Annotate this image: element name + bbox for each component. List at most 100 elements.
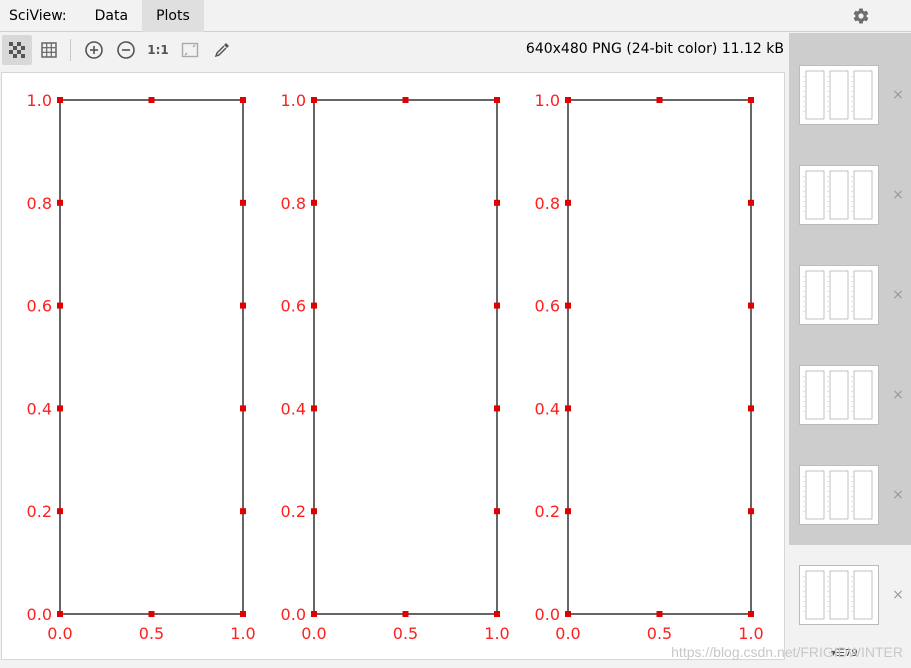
plot-thumbnail[interactable] bbox=[799, 565, 879, 625]
xtick-label: 0.5 bbox=[393, 624, 418, 643]
xtick-label: 0.5 bbox=[139, 624, 164, 643]
ytick-label: 0.8 bbox=[27, 194, 52, 213]
actual-size-button[interactable]: 1:1 bbox=[143, 35, 173, 65]
xtick-marker-top bbox=[240, 97, 246, 103]
axes-frame-3 bbox=[567, 99, 752, 615]
xtick-marker-bottom bbox=[311, 611, 317, 617]
xtick-marker-top bbox=[57, 97, 63, 103]
ytick-marker-right bbox=[494, 199, 500, 206]
thumbnails-panel: × × × × × × bbox=[789, 33, 911, 668]
xtick-label: 1.0 bbox=[484, 624, 509, 643]
ytick-label: 1.0 bbox=[281, 91, 306, 110]
xtick-marker-bottom bbox=[565, 611, 571, 617]
plot-thumbnail[interactable] bbox=[799, 265, 879, 325]
xtick-marker-bottom bbox=[402, 611, 409, 617]
plot-thumbnail[interactable] bbox=[799, 65, 879, 125]
ytick-marker-right bbox=[748, 508, 754, 515]
tab-data[interactable]: Data bbox=[81, 0, 142, 32]
chessboard-toggle-button[interactable] bbox=[2, 34, 32, 65]
grid-icon bbox=[41, 41, 57, 58]
xtick-marker-top bbox=[148, 97, 155, 103]
fit-to-window-button[interactable] bbox=[175, 35, 205, 65]
image-canvas[interactable]: 0.0 0.2 0.4 0.6 0.8 1.0 0.0 0.5 1.0 0.0 0.2 0.4 0.6 0… bbox=[1, 72, 785, 660]
ytick-marker-left bbox=[565, 508, 571, 515]
ytick-marker-right bbox=[240, 405, 246, 412]
ytick-marker-left bbox=[57, 302, 63, 309]
ytick-label: 0.8 bbox=[535, 194, 560, 213]
color-picker-button[interactable] bbox=[207, 35, 237, 65]
gear-icon[interactable] bbox=[852, 7, 870, 25]
ytick-marker-right bbox=[748, 405, 754, 412]
ytick-label: 0.0 bbox=[27, 605, 52, 624]
close-thumbnail-icon[interactable]: × bbox=[892, 88, 904, 102]
ytick-label: 0.6 bbox=[27, 297, 52, 316]
ytick-marker-left bbox=[565, 199, 571, 206]
ytick-marker-left bbox=[57, 199, 63, 206]
ytick-label: 0.6 bbox=[535, 297, 560, 316]
close-thumbnail-icon[interactable]: × bbox=[892, 588, 904, 602]
ytick-marker-right bbox=[748, 199, 754, 206]
close-thumbnail-icon[interactable]: × bbox=[892, 188, 904, 202]
zoom-out-button[interactable] bbox=[111, 35, 141, 65]
xtick-label: 0.5 bbox=[647, 624, 672, 643]
xtick-marker-top bbox=[494, 97, 500, 103]
image-toolbar: 1:1 640x480 PNG (24-bit color) 11.12 kB bbox=[0, 33, 787, 66]
xtick-label: 0.0 bbox=[47, 624, 72, 643]
xtick-marker-top bbox=[565, 97, 571, 103]
toolbar-separator bbox=[70, 38, 71, 61]
zoom-in-button[interactable] bbox=[79, 35, 109, 65]
xtick-label: 0.0 bbox=[301, 624, 326, 643]
xtick-marker-bottom bbox=[494, 611, 500, 617]
xtick-marker-bottom bbox=[57, 611, 63, 617]
xtick-marker-top bbox=[656, 97, 663, 103]
xtick-marker-bottom bbox=[748, 611, 754, 617]
xtick-label: 0.0 bbox=[555, 624, 580, 643]
ytick-label: 0.4 bbox=[281, 399, 306, 418]
thumbnail-preview bbox=[803, 170, 873, 220]
ytick-label: 0.0 bbox=[535, 605, 560, 624]
close-thumbnail-icon[interactable]: × bbox=[892, 388, 904, 402]
xtick-marker-bottom bbox=[240, 611, 246, 617]
ytick-label: 0.2 bbox=[281, 502, 306, 521]
plot-thumbnail[interactable] bbox=[799, 165, 879, 225]
tab-bar: SciView: Data Plots bbox=[0, 0, 911, 32]
thumbnail-preview bbox=[803, 370, 873, 420]
grid-toggle-button[interactable] bbox=[34, 35, 64, 65]
ytick-label: 1.0 bbox=[535, 91, 560, 110]
thumbnail-preview bbox=[803, 270, 873, 320]
axes-frame-2 bbox=[313, 99, 498, 615]
ytick-marker-left bbox=[311, 199, 317, 206]
ytick-label: 0.4 bbox=[27, 399, 52, 418]
sciview-window: SciView: Data Plots 1:1 640x480 PNG (24-… bbox=[0, 0, 911, 668]
xtick-marker-bottom bbox=[148, 611, 155, 617]
zoom-in-icon bbox=[85, 40, 103, 59]
ytick-marker-left bbox=[311, 302, 317, 309]
plot-thumbnail[interactable] bbox=[799, 465, 879, 525]
ytick-marker-right bbox=[240, 508, 246, 515]
thumbnail-preview bbox=[803, 570, 873, 620]
ytick-label: 0.4 bbox=[535, 399, 560, 418]
close-thumbnail-icon[interactable]: × bbox=[892, 288, 904, 302]
ytick-marker-left bbox=[565, 405, 571, 412]
xtick-label: 1.0 bbox=[230, 624, 255, 643]
ytick-label: 1.0 bbox=[27, 91, 52, 110]
fit-icon bbox=[181, 42, 199, 57]
watermark: https://blog.csdn.net/FRIGIDWINTER bbox=[671, 644, 903, 660]
tab-plots[interactable]: Plots bbox=[142, 0, 204, 32]
ytick-marker-right bbox=[240, 302, 246, 309]
plot-thumbnail[interactable] bbox=[799, 365, 879, 425]
xtick-label: 1.0 bbox=[738, 624, 763, 643]
plot-image: 0.0 0.2 0.4 0.6 0.8 1.0 0.0 0.5 1.0 0.0 0.2 0.4 0.6 0… bbox=[27, 91, 764, 643]
thumbnail-preview bbox=[803, 70, 873, 120]
ytick-marker-left bbox=[311, 508, 317, 515]
ytick-marker-left bbox=[57, 508, 63, 515]
ytick-label: 0.6 bbox=[281, 297, 306, 316]
ytick-label: 0.0 bbox=[281, 605, 306, 624]
ytick-marker-right bbox=[240, 199, 246, 206]
xtick-marker-top bbox=[311, 97, 317, 103]
color-picker-icon bbox=[214, 42, 229, 57]
ytick-marker-right bbox=[494, 302, 500, 309]
close-thumbnail-icon[interactable]: × bbox=[892, 488, 904, 502]
thumbnail-preview bbox=[803, 470, 873, 520]
xtick-marker-top bbox=[748, 97, 754, 103]
